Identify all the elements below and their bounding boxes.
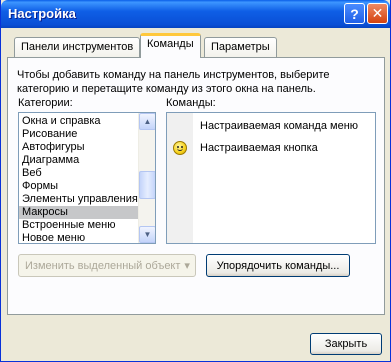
command-icon-slot: [167, 136, 193, 160]
rearrange-commands-button[interactable]: Упорядочить команды...: [206, 254, 350, 277]
commands-listbox[interactable]: Настраиваемая команда меню Настраиваемая…: [166, 112, 376, 244]
commands-label: Команды:: [166, 97, 216, 109]
tab-label: Команды: [147, 38, 194, 50]
list-item[interactable]: Автофигуры: [19, 141, 139, 154]
scroll-up-button[interactable]: ▲: [139, 113, 155, 130]
tab-commands[interactable]: Команды: [140, 33, 201, 58]
tab-label: Параметры: [211, 41, 270, 53]
list-item[interactable]: Формы: [19, 180, 139, 193]
categories-listbox[interactable]: Окна и справка Рисование Автофигуры Диаг…: [18, 112, 156, 244]
instructions-text: Чтобы добавить команду на панель инструм…: [17, 69, 330, 95]
window-title: Настройка: [8, 6, 76, 21]
close-icon: ✕: [371, 5, 384, 21]
list-item[interactable]: Элементы управления: [19, 193, 139, 206]
modify-selection-button[interactable]: Изменить выделенный объект ▾: [18, 254, 196, 277]
smiley-icon: [173, 141, 187, 155]
list-item[interactable]: Настраиваемая команда меню: [167, 114, 375, 138]
scroll-thumb[interactable]: [139, 171, 155, 199]
list-item[interactable]: Веб: [19, 167, 139, 180]
tab-options[interactable]: Параметры: [204, 37, 277, 58]
categories-list: Окна и справка Рисование Автофигуры Диаг…: [19, 115, 139, 243]
scroll-down-button[interactable]: ▼: [139, 226, 155, 243]
list-item-selected[interactable]: Макросы: [19, 206, 139, 219]
list-item[interactable]: Окна и справка: [19, 115, 139, 128]
list-item[interactable]: Диаграмма: [19, 154, 139, 167]
list-item[interactable]: Рисование: [19, 128, 139, 141]
button-label: Упорядочить команды...: [216, 259, 340, 272]
list-item[interactable]: Новое меню: [19, 232, 139, 243]
dropdown-arrow-icon: ▾: [184, 260, 190, 272]
help-icon: ?: [350, 5, 359, 22]
close-button[interactable]: Закрыть: [310, 333, 382, 355]
help-button[interactable]: ?: [344, 3, 365, 24]
tab-label: Панели инструментов: [21, 41, 134, 53]
list-item[interactable]: Настраиваемая кнопка: [167, 136, 375, 160]
customize-dialog: Настройка ? ✕ Панели инструментов Команд…: [0, 0, 391, 362]
categories-label: Категории:: [18, 97, 73, 109]
categories-scrollbar[interactable]: ▲ ▼: [138, 113, 155, 243]
title-bar[interactable]: Настройка ? ✕: [1, 0, 390, 28]
tab-toolbars[interactable]: Панели инструментов: [14, 37, 141, 58]
button-label: Закрыть: [324, 338, 368, 350]
command-label: Настраиваемая команда меню: [200, 120, 359, 132]
chevron-up-icon: ▲: [143, 117, 152, 126]
command-icon-slot: [167, 114, 193, 138]
chevron-down-icon: ▼: [143, 230, 152, 239]
button-label: Изменить выделенный объект: [25, 259, 181, 272]
list-item[interactable]: Встроенные меню: [19, 219, 139, 232]
close-window-button[interactable]: ✕: [367, 3, 388, 24]
command-label: Настраиваемая кнопка: [200, 142, 318, 154]
